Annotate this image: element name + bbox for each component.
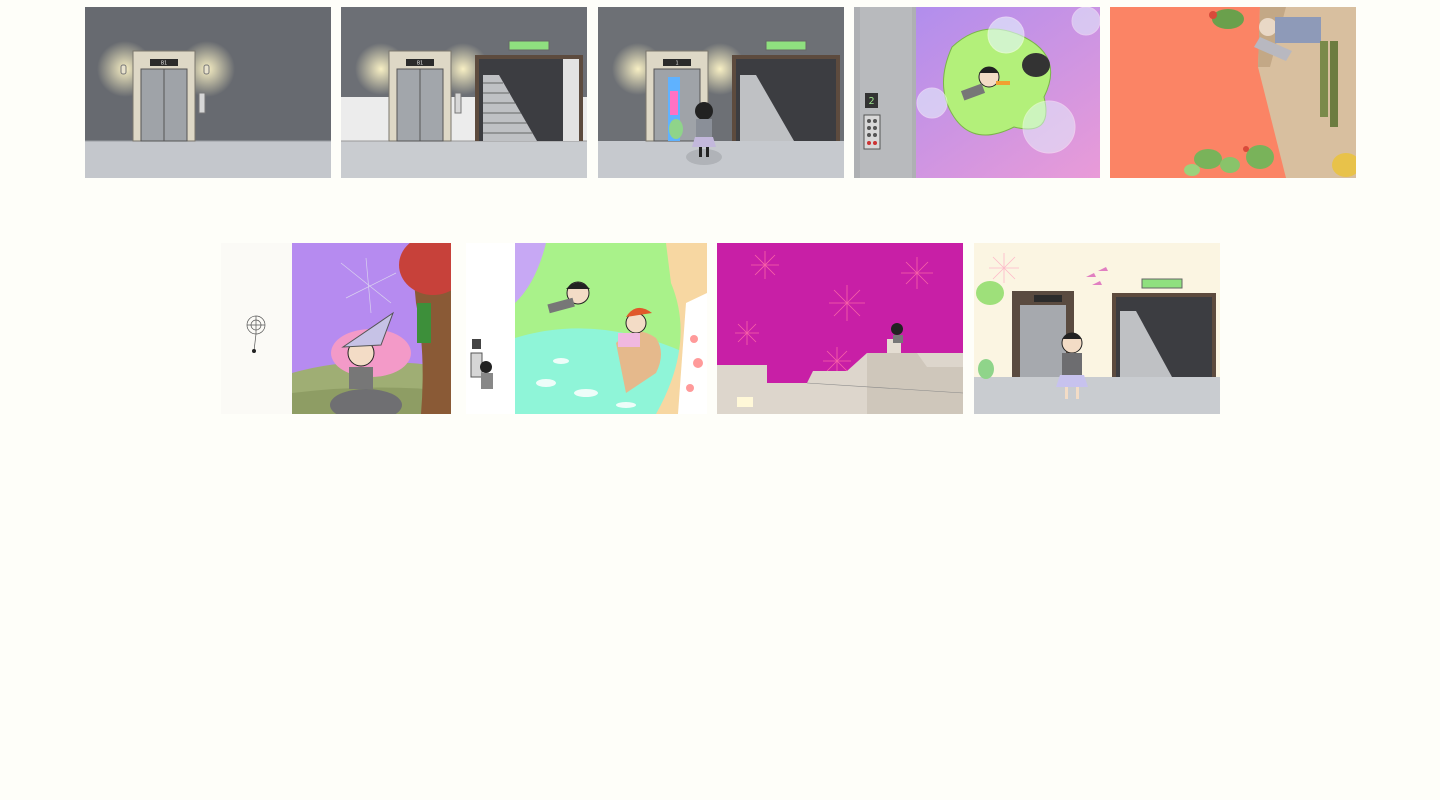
floor-indicator: B1 xyxy=(417,61,423,67)
illustration-girl-frog-bubbles-icon: 2 xyxy=(854,7,1100,178)
illustration-cactus-old-man-icon xyxy=(1110,7,1356,178)
thumbnail-elevator-lobby[interactable]: B1 xyxy=(85,7,331,178)
thumbnail-girl-at-elevator[interactable]: 1 xyxy=(598,7,844,178)
illustration-girl-at-elevator-icon: 1 xyxy=(598,7,844,178)
floor-indicator: B1 xyxy=(161,61,167,67)
thumbnail-elevator-panel-and-slide[interactable] xyxy=(466,243,707,414)
illustration-elevator-stairs-icon: B1 xyxy=(341,7,587,178)
floor-indicator: 2 xyxy=(868,96,874,107)
illustration-girl-return-icon xyxy=(974,243,1220,414)
thumbnail-girl-returning-elevator[interactable] xyxy=(974,243,1220,414)
illustration-elevator-lobby-icon: B1 xyxy=(85,7,331,178)
thumbnail-spider-web-and-witch-hat[interactable] xyxy=(221,243,451,414)
illustration-spider-witch-hat-icon xyxy=(221,243,451,414)
thumbnail-cactus-and-old-man[interactable] xyxy=(1110,7,1356,178)
floor-indicator: 1 xyxy=(675,61,678,67)
illustration-slide-fall-icon xyxy=(466,243,707,414)
thumbnail-fireworks-rooftops[interactable] xyxy=(717,243,963,414)
illustration-fireworks-icon xyxy=(717,243,963,414)
thumbnail-elevator-and-stairs[interactable]: B1 xyxy=(341,7,587,178)
thumbnail-girl-flying-with-frog[interactable]: 2 xyxy=(854,7,1100,178)
